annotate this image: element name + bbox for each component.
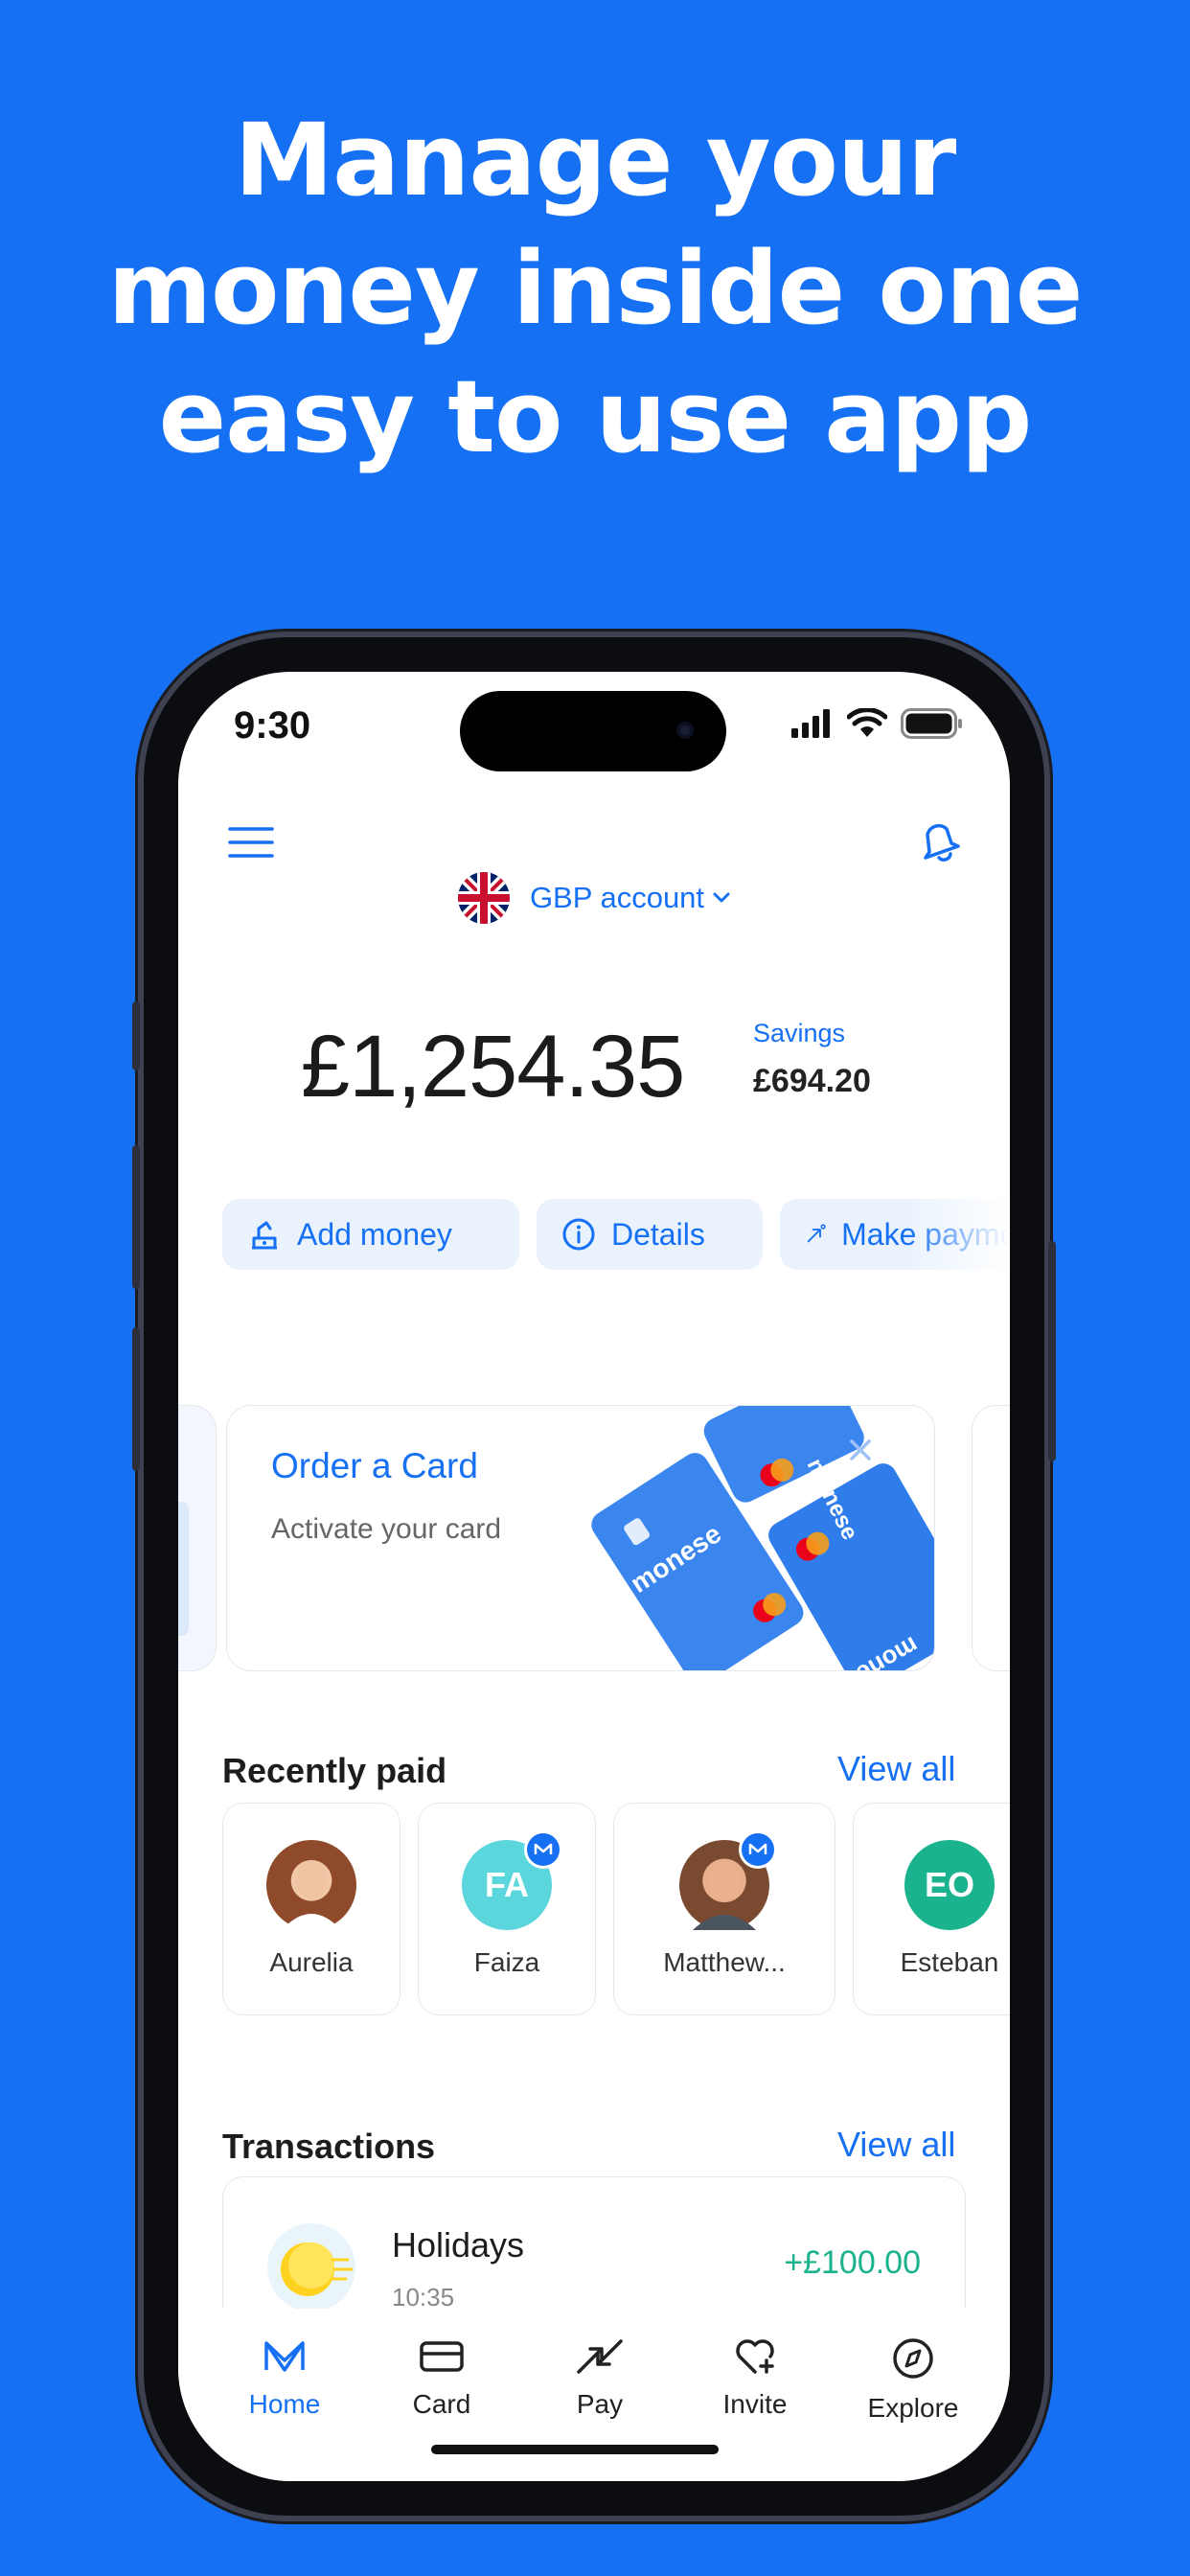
carousel-card-next[interactable]	[972, 1405, 1010, 1671]
power-button	[1048, 1241, 1056, 1461]
status-time: 9:30	[234, 704, 311, 747]
compass-icon	[893, 2338, 933, 2379]
info-icon	[562, 1218, 595, 1251]
order-card-promo[interactable]: Order a Card Activate your card monese m	[226, 1405, 935, 1671]
contact-name: Matthew...	[663, 1947, 786, 1977]
menu-icon[interactable]	[228, 823, 274, 862]
tab-label: Card	[412, 2389, 471, 2419]
promo-title: Order a Card	[271, 1446, 478, 1485]
transactions-view-all[interactable]: View all	[837, 2125, 955, 2165]
contact-name: Aurelia	[269, 1947, 354, 1977]
tab-label: Explore	[867, 2393, 959, 2423]
bottom-tab-bar: Home Card Pay Invite Explore	[178, 2309, 1010, 2481]
tab-explore[interactable]: Explore	[841, 2337, 985, 2424]
tab-label: Pay	[576, 2389, 624, 2419]
chevron-down-icon	[713, 892, 730, 903]
dynamic-island	[460, 691, 726, 771]
tab-card[interactable]: Card	[370, 2337, 514, 2420]
transaction-amount: +£100.00	[784, 2244, 921, 2281]
tab-label: Home	[248, 2389, 321, 2419]
send-arrow-icon	[807, 1224, 826, 1243]
tab-invite[interactable]: Invite	[683, 2337, 827, 2420]
phone-screen: 9:30 GBP account £1,254.35 Savings £694.…	[178, 672, 1010, 2481]
volume-up-button	[132, 1145, 140, 1289]
monese-cards-illustration: monese monese monese	[591, 1406, 934, 1670]
add-money-label: Add money	[297, 1216, 452, 1252]
details-button[interactable]: Details	[537, 1199, 763, 1270]
pay-arrows-icon	[577, 2339, 623, 2374]
contact-card[interactable]: FA Faiza	[418, 1803, 596, 2015]
avatar: EO	[904, 1840, 995, 1930]
uk-flag-icon	[457, 872, 510, 924]
savings-label[interactable]: Savings	[753, 1019, 845, 1048]
account-label: GBP account	[529, 881, 705, 914]
monese-badge-icon	[524, 1830, 562, 1869]
contact-name: Esteban	[900, 1947, 999, 1977]
add-money-icon	[252, 1221, 277, 1250]
tab-pay[interactable]: Pay	[528, 2337, 672, 2420]
contact-card[interactable]: Matthew...	[613, 1803, 835, 2015]
details-label: Details	[611, 1216, 705, 1252]
heart-plus-icon	[736, 2339, 774, 2374]
headline-line-2: money inside one	[107, 230, 1084, 347]
contact-card[interactable]: Aurelia	[222, 1803, 400, 2015]
volume-down-button	[132, 1327, 140, 1471]
account-balance: £1,254.35	[301, 1018, 685, 1116]
fade-overlay	[906, 1199, 1010, 1270]
account-selector[interactable]: GBP account	[178, 871, 1010, 925]
savings-value[interactable]: £694.20	[753, 1063, 871, 1100]
headline: Manage your money inside one easy to use…	[0, 96, 1190, 481]
headline-line-1: Manage your	[234, 102, 957, 218]
sun-icon	[267, 2223, 355, 2312]
contact-card[interactable]: EO Esteban	[853, 1803, 1010, 2015]
person-photo-icon	[282, 1861, 341, 1930]
carousel-card-previous[interactable]	[178, 1405, 217, 1671]
home-indicator[interactable]	[431, 2445, 719, 2454]
battery-icon	[901, 708, 962, 739]
transaction-name: Holidays	[392, 2225, 525, 2265]
card-icon	[420, 2341, 464, 2372]
cellular-signal-icon	[791, 709, 830, 738]
add-money-button[interactable]: Add money	[222, 1199, 519, 1270]
headline-line-3: easy to use app	[158, 358, 1033, 475]
notification-bell-icon[interactable]	[918, 816, 966, 867]
promo-subtitle: Activate your card	[271, 1513, 502, 1545]
front-camera-icon	[676, 722, 694, 739]
mute-switch	[132, 1001, 140, 1070]
contact-name: Faiza	[473, 1947, 540, 1977]
tab-label: Invite	[722, 2389, 788, 2419]
tab-home[interactable]: Home	[213, 2337, 356, 2420]
transactions-title: Transactions	[222, 2127, 436, 2166]
monese-logo-icon	[264, 2341, 305, 2372]
recently-paid-view-all[interactable]: View all	[837, 1749, 955, 1789]
status-icons	[791, 708, 964, 739]
card-preview-shape	[178, 1502, 189, 1636]
phone-frame: 9:30 GBP account £1,254.35 Savings £694.…	[132, 637, 1056, 2516]
wifi-icon	[847, 708, 887, 737]
avatar	[266, 1840, 356, 1930]
recently-paid-title: Recently paid	[222, 1751, 447, 1790]
monese-badge-icon	[739, 1830, 777, 1869]
